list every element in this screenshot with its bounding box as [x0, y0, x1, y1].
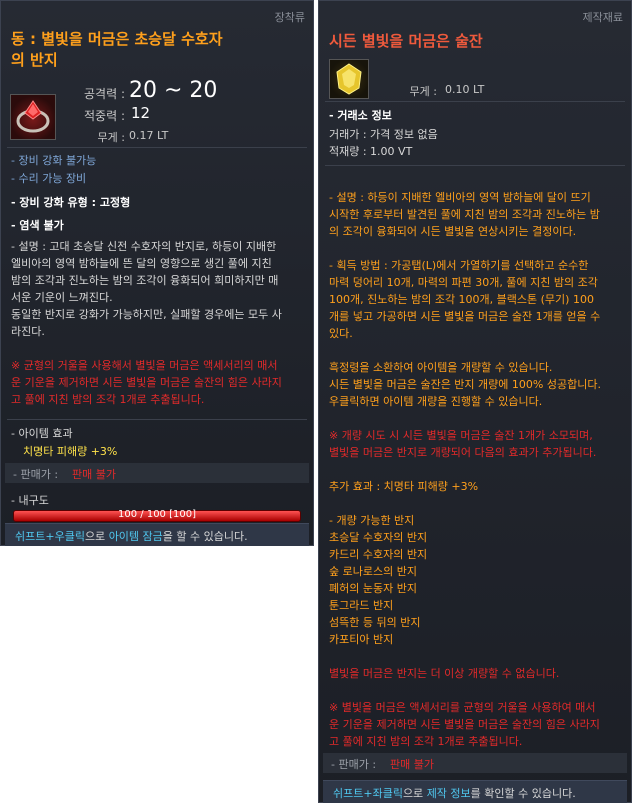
warning-line: 운 기운을 제거하면 시든 별빛을 머금은 술잔의 힘은 사라지 — [11, 376, 282, 389]
weight-value: 0.10 LT — [445, 83, 485, 96]
weight-label: 무게 : — [97, 131, 125, 144]
market-header: - 거래소 정보 — [329, 109, 392, 122]
ring-icon[interactable] — [10, 94, 56, 140]
attack-label: 공격력 : — [84, 87, 125, 101]
tooltip-footer: 쉬프트+우클릭으로 아이템 잠금을 할 수 있습니다. — [5, 523, 309, 546]
accuracy-value: 12 — [131, 104, 151, 122]
desc-line: 동일한 반지로 강화가 가능하지만, 실패할 경우에는 모두 사 — [11, 308, 282, 321]
ring-item: 섬뜩한 등 뒤의 반지 — [329, 616, 421, 629]
ring-item: 폐허의 눈동자 반지 — [329, 582, 417, 595]
footer-text: 으로 — [402, 787, 427, 800]
warning-line: ※ 별빛을 머금은 액세서리를 균형의 거울을 사용하여 매서 — [329, 701, 596, 714]
effect-header: - 아이템 효과 — [11, 427, 73, 440]
durability-bar: 100 / 100 [100] — [13, 509, 301, 522]
footer-text: 를 확인할 수 있습니다. — [470, 787, 576, 800]
notice-line: ※ 개량 시도 시 시든 별빛을 머금은 술잔 1개가 소모되며, — [329, 429, 593, 442]
craft-info-link[interactable]: 제작 정보 — [427, 787, 471, 800]
consume-line: 우클릭하면 아이템 개량을 진행할 수 있습니다. — [329, 395, 543, 408]
desc-line: 밤의 조각과 진노하는 밤의 조각이 융화되어 희미하지만 매 — [11, 274, 279, 287]
sell-value: 판매 불가 — [390, 758, 434, 771]
ring-tooltip: 장착류 동 : 별빛을 머금은 초승달 수호자 의 반지 공격력 : 20 ~ … — [0, 0, 314, 546]
effect-value: 치명타 피해량 +3% — [23, 445, 118, 458]
item-description: - 설명 : 하등이 지배한 엘비아의 영역 밤하늘에 달이 뜨기 시작한 후로… — [329, 189, 621, 240]
ring-item: 카포티아 반지 — [329, 633, 394, 646]
acquire-line: 있다. — [329, 327, 353, 340]
footer-text: 을 할 수 있습니다. — [162, 530, 248, 543]
weight-value: 0.17 LT — [129, 129, 169, 142]
divider — [7, 419, 307, 420]
desc-line: 라진다. — [11, 325, 45, 338]
consume-line: 흑정령을 소환하여 아이템을 개량할 수 있습니다. — [329, 361, 553, 374]
item-title: 동 : 별빛을 머금은 초승달 수호자 의 반지 — [11, 29, 223, 71]
sell-price-bar: - 판매가 : 판매 불가 — [5, 463, 309, 483]
cannot-upgrade-note: 별빛을 머금은 반지는 더 이상 개량할 수 없습니다. — [329, 667, 560, 680]
consume-line: 시든 별빛을 머금은 술잔은 반지 개량에 100% 성공합니다. — [329, 378, 601, 391]
shortcut-key: 쉬프트+우클릭 — [15, 530, 85, 543]
item-description: - 설명 : 고대 초승달 신전 수호자의 반지로, 하등이 지배한 엘비아의 … — [11, 238, 303, 340]
desc-line: 의 조각이 융화되어 시든 별빛을 연상시키는 결정이다. — [329, 225, 577, 238]
durability-text: 100 / 100 [100] — [118, 509, 196, 520]
acquire-line: - 획득 방법 : 가공탭(L)에서 가열하기를 선택하고 순수한 — [329, 259, 589, 272]
cup-icon[interactable] — [329, 59, 369, 99]
enhance-type: - 장비 강화 유형 : 고정형 — [11, 196, 131, 209]
desc-line: 시작한 후로부터 발견된 풀에 지친 밤의 조각과 진노하는 밤 — [329, 208, 600, 221]
item-title-line2: 의 반지 — [11, 51, 58, 69]
repairable-note: - 수리 가능 장비 — [11, 172, 87, 185]
item-title: 시든 별빛을 머금은 술잔 — [329, 32, 483, 50]
acquire-line: 100개, 진노하는 밤의 조각 100개, 블랙스톤 (무기) 100 — [329, 293, 594, 306]
acquire-method: - 획득 방법 : 가공탭(L)에서 가열하기를 선택하고 순수한 마력 덩어리… — [329, 257, 621, 342]
sell-value: 판매 불가 — [72, 468, 116, 481]
divider — [7, 147, 307, 148]
item-category: 제작재료 — [582, 11, 623, 24]
extraction-warning: ※ 별빛을 머금은 액세서리를 균형의 거울을 사용하여 매서 운 기운을 제거… — [329, 699, 621, 750]
market-stock: 적재량 : 1.00 VT — [329, 145, 413, 158]
divider — [325, 165, 625, 166]
rings-header: - 개량 가능한 반지 — [329, 514, 415, 527]
tooltip-footer: 쉬프트+좌클릭으로 제작 정보를 확인할 수 있습니다. — [323, 780, 627, 803]
desc-line: 엘비아의 영역 밤하늘에 뜬 달의 영향으로 생긴 풀에 지친 — [11, 257, 272, 270]
extra-effect: 추가 효과 : 치명타 피해량 +3% — [329, 480, 479, 493]
warning-line: 고 풀에 지친 밤의 조각 1개로 추출됩니다. — [329, 735, 523, 748]
item-lock-link[interactable]: 아이템 잠금 — [109, 530, 163, 543]
acquire-line: 마력 덩어리 10개, 마력의 파편 30개, 풀에 지친 밤의 조각 — [329, 276, 598, 289]
ring-item: 카드리 수호자의 반지 — [329, 548, 428, 561]
weight-label: 무게 : — [409, 85, 437, 98]
desc-line: - 설명 : 고대 초승달 신전 수호자의 반지로, 하등이 지배한 — [11, 240, 277, 253]
acquire-line: 개를 넣고 가공하면 시든 별빛을 머금은 술잔 1개를 얻을 수 — [329, 310, 601, 323]
sell-label: - 판매가 : — [13, 468, 59, 481]
item-title-line1: 동 : 별빛을 머금은 초승달 수호자 — [11, 30, 223, 48]
market-price: 거래가 : 가격 정보 없음 — [329, 128, 438, 141]
footer-hint: 쉬프트+좌클릭으로 제작 정보를 확인할 수 있습니다. — [333, 785, 576, 801]
desc-line: 서운 기운이 느껴진다. — [11, 291, 113, 304]
warning-line: 고 풀에 지친 밤의 조각 1개로 추출됩니다. — [11, 393, 205, 406]
accuracy-label: 적중력 : — [84, 109, 125, 123]
shortcut-key: 쉬프트+좌클릭 — [333, 787, 403, 800]
ring-item: 숲 로나로스의 반지 — [329, 565, 417, 578]
sell-label: - 판매가 : — [331, 758, 377, 771]
extraction-warning: ※ 균형의 거울을 사용해서 별빛을 머금은 액세서리의 매서 운 기운을 제거… — [11, 357, 303, 408]
ring-item: 툰그라드 반지 — [329, 599, 394, 612]
durability-label: - 내구도 — [11, 494, 49, 507]
upgradable-rings: - 개량 가능한 반지 초승달 수호자의 반지 카드리 수호자의 반지 숲 로나… — [329, 512, 621, 648]
divider — [325, 101, 625, 102]
warning-line: 운 기운을 제거하면 시든 별빛을 머금은 술잔의 힘은 사라지 — [329, 718, 600, 731]
warning-line: ※ 균형의 거울을 사용해서 별빛을 머금은 액세서리의 매서 — [11, 359, 278, 372]
sell-price-bar: - 판매가 : 판매 불가 — [323, 753, 627, 773]
consume-info: 흑정령을 소환하여 아이템을 개량할 수 있습니다. 시든 별빛을 머금은 술잔… — [329, 359, 621, 410]
footer-text: 으로 — [84, 530, 109, 543]
material-tooltip: 제작재료 시든 별빛을 머금은 술잔 무게 : 0.10 LT - 거래소 정보… — [318, 0, 632, 803]
desc-line: - 설명 : 하등이 지배한 엘비아의 영역 밤하늘에 달이 뜨기 — [329, 191, 591, 204]
attack-value: 20 ~ 20 — [129, 78, 218, 103]
dye-note: - 염색 불가 — [11, 219, 64, 232]
upgrade-notice: ※ 개량 시도 시 시든 별빛을 머금은 술잔 1개가 소모되며, 별빛을 머금… — [329, 427, 621, 461]
item-category: 장착류 — [274, 11, 305, 24]
no-enhance-note: - 장비 강화 불가능 — [11, 154, 97, 167]
ring-item: 초승달 수호자의 반지 — [329, 531, 428, 544]
footer-hint: 쉬프트+우클릭으로 아이템 잠금을 할 수 있습니다. — [15, 528, 248, 544]
notice-line: 별빛을 머금은 반지로 개량되어 다음의 효과가 추가됩니다. — [329, 446, 597, 459]
